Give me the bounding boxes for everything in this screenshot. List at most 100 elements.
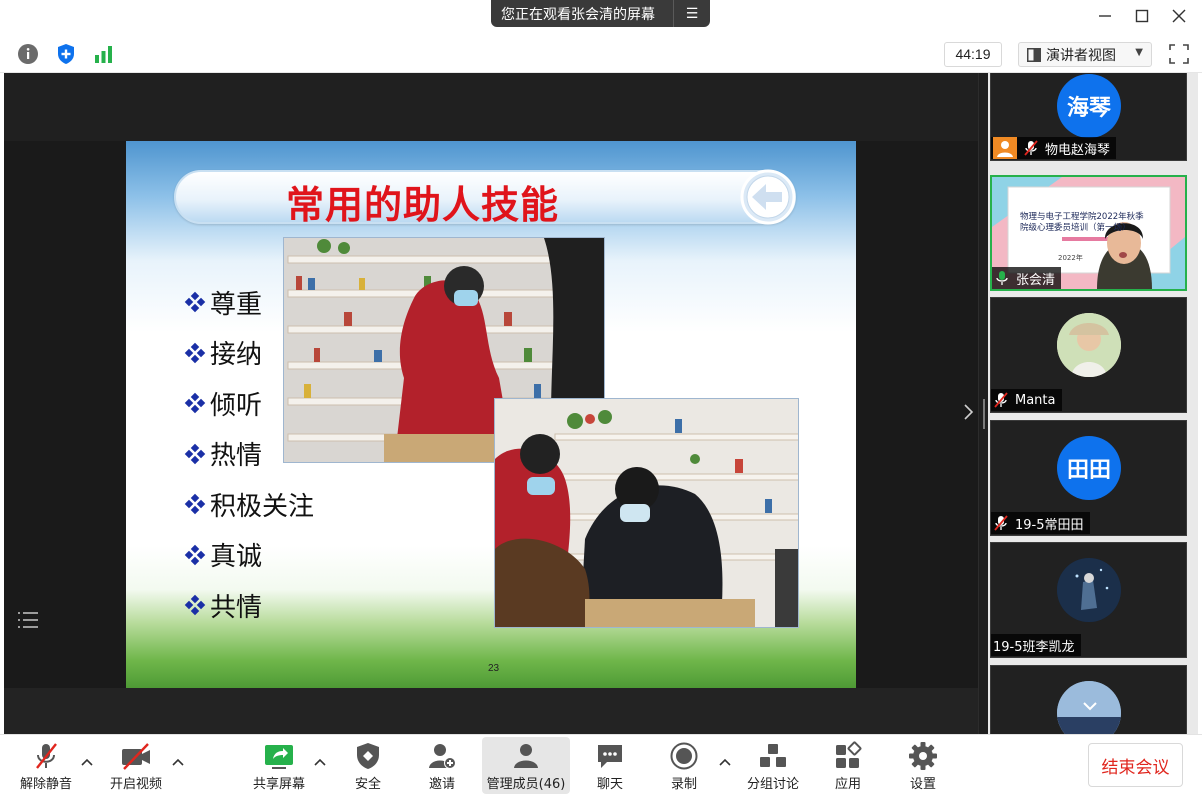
bullet-text: 倾听 [210, 390, 263, 421]
add-user-icon [429, 744, 456, 769]
bullet-text: 真诚 [210, 542, 263, 573]
scroll-down-icon[interactable] [1083, 696, 1097, 715]
chat-label: 聊天 [596, 777, 623, 792]
participant-name: 19-5班李凯龙 [993, 639, 1075, 655]
avatar-initials: 海琴 [1066, 96, 1111, 121]
screen-share-banner[interactable]: 您正在观看张会清的屏幕 ☰ [491, 0, 710, 27]
chevron-down-icon: ▼ [1135, 47, 1143, 58]
panel-splitter[interactable] [978, 73, 988, 734]
meeting-timer: 44:19 [944, 42, 1002, 67]
avatar: 海琴 [1057, 74, 1121, 138]
shared-screen-stage: 常用的助人技能 尊重 接纳 倾听 热情 积极关注 真诚 共情 23 [4, 73, 978, 734]
diamond-bullet-icon [184, 292, 206, 313]
bullet-text: 尊重 [210, 289, 263, 320]
encryption-shield-icon[interactable] [55, 43, 77, 65]
slide-page-number: 23 [488, 663, 500, 674]
bullet-text: 接纳 [210, 340, 263, 371]
diamond-bullet-icon [184, 393, 206, 414]
settings-button[interactable]: 设置 [903, 737, 943, 794]
list-toggle-icon[interactable] [16, 610, 40, 630]
participants-button[interactable]: 管理成员(46) [482, 737, 570, 794]
slide-title: 常用的助人技能 [286, 183, 560, 227]
participant-name-tag: 19-5班李凯龙 [991, 634, 1081, 656]
settings-label: 设置 [909, 777, 936, 792]
bullet-text: 热情 [210, 441, 263, 472]
participant-tile[interactable]: 田田 19-5常田田 [990, 420, 1187, 536]
participant-tile[interactable]: 19-5班李凯龙 [990, 542, 1187, 658]
participant-name-tag: 物电赵海琴 [991, 137, 1117, 159]
meeting-toolbar: 44:19 演讲者视图 ▼ [0, 36, 1202, 73]
chevron-up-icon[interactable] [314, 755, 326, 770]
fullscreen-icon[interactable] [1168, 43, 1190, 65]
speaker-view-icon [1027, 47, 1041, 62]
mic-muted-icon [994, 515, 1008, 531]
participant-name: Manta [1015, 392, 1056, 408]
security-button[interactable]: 安全 [348, 737, 388, 794]
network-signal-icon[interactable] [93, 43, 115, 65]
participant-tile-active-speaker[interactable]: 物理与电子工程学院2022年秋季 院级心理委员培训（第一场） 2022年 张会清 [990, 175, 1187, 291]
participant-tile[interactable] [990, 665, 1187, 734]
invite-button[interactable]: 邀请 [422, 737, 462, 794]
slide-photo-sandtray [494, 398, 799, 628]
end-meeting-button[interactable]: 结束会议 [1088, 743, 1183, 787]
info-icon[interactable] [17, 43, 39, 65]
share-screen-button[interactable]: 共享屏幕 [250, 737, 308, 794]
apps-label: 应用 [834, 777, 861, 792]
record-button[interactable]: 录制 [664, 737, 704, 794]
participant-tile[interactable]: 海琴 物电赵海琴 [990, 73, 1187, 161]
invite-label: 邀请 [428, 777, 455, 792]
stage-top-margin [4, 73, 978, 141]
shield-icon [357, 743, 379, 769]
apps-icon [836, 741, 862, 768]
chat-bubble-icon [598, 745, 622, 768]
mic-muted-icon [994, 392, 1008, 408]
participant-name: 19-5常田田 [1015, 517, 1084, 533]
diamond-bullet-icon [184, 494, 206, 515]
mic-muted-icon [36, 743, 57, 769]
minimize-icon[interactable] [1092, 4, 1118, 28]
avatar [1057, 313, 1121, 377]
bullet-text: 积极关注 [210, 491, 315, 522]
record-icon [670, 742, 698, 770]
start-video-label: 开启视频 [109, 777, 162, 792]
list-menu-icon[interactable]: ☰ [674, 6, 710, 22]
start-video-button[interactable]: 开启视频 [106, 737, 166, 794]
chat-button[interactable]: 聊天 [590, 737, 630, 794]
close-icon[interactable] [1166, 4, 1192, 28]
participant-name-tag: 张会清 [992, 267, 1062, 289]
breakout-rooms-button[interactable]: 分组讨论 [743, 737, 803, 794]
shared-screen-text-3: 2022年 [1058, 254, 1083, 262]
security-label: 安全 [354, 777, 381, 792]
participant-tile[interactable]: Manta [990, 297, 1187, 413]
splitter-grip[interactable] [983, 399, 985, 429]
diamond-bullet-icon [184, 443, 206, 464]
maximize-icon[interactable] [1129, 4, 1155, 28]
mic-muted-icon [1024, 140, 1038, 156]
video-off-icon [122, 743, 150, 770]
avatar-initials: 田田 [1066, 458, 1111, 483]
bullet-text: 共情 [210, 592, 263, 623]
breakout-rooms-label: 分组讨论 [746, 777, 799, 792]
meeting-control-bar: 解除静音 开启视频 共享屏幕 安全 邀请 管理成员(46) 聊天 录制 分组讨论… [0, 734, 1202, 795]
presentation-slide: 常用的助人技能 尊重 接纳 倾听 热情 积极关注 真诚 共情 23 [126, 141, 856, 688]
avatar [1057, 558, 1121, 622]
apps-button[interactable]: 应用 [828, 737, 868, 794]
back-arrow-icon [740, 169, 796, 225]
bullet-item: 真诚 [184, 530, 314, 581]
view-mode-dropdown[interactable]: 演讲者视图 ▼ [1018, 42, 1152, 67]
participants-label: 管理成员(46) [486, 777, 566, 792]
chevron-right-icon[interactable] [962, 403, 974, 426]
unmute-label: 解除静音 [19, 777, 72, 792]
participant-name-tag: Manta [991, 389, 1062, 411]
avatar: 田田 [1057, 436, 1121, 500]
participant-gallery: 海琴 物电赵海琴 物理与电子工程学院2022年秋季 院级心理委员培训（第一场） … [988, 73, 1198, 734]
diamond-bullet-icon [184, 342, 206, 363]
diamond-bullet-icon [184, 595, 206, 616]
unmute-button[interactable]: 解除静音 [16, 737, 76, 794]
chevron-up-icon[interactable] [172, 755, 184, 770]
diamond-bullet-icon [184, 544, 206, 565]
chevron-up-icon[interactable] [719, 755, 731, 770]
bullet-item: 共情 [184, 580, 314, 631]
chevron-up-icon[interactable] [81, 755, 93, 770]
participant-name-tag: 19-5常田田 [991, 512, 1090, 534]
